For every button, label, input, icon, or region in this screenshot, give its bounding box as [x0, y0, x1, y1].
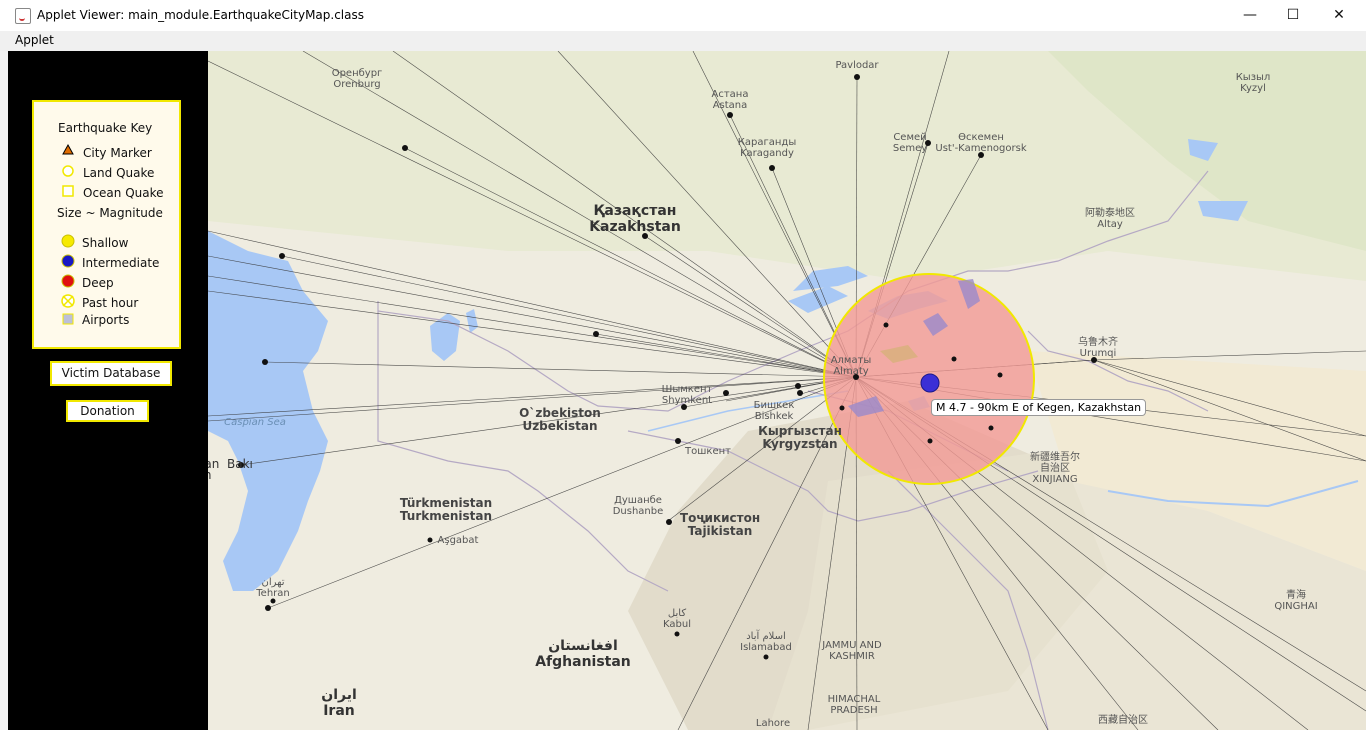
- map-label-karaganda: Караганды Karagandy: [737, 137, 797, 159]
- key-airports-label: Airports: [82, 313, 130, 327]
- ocean-quake-icon: [62, 185, 74, 197]
- map-view[interactable]: Pavlodar Оренбург Orenburg Астана Astana…: [208, 51, 1366, 730]
- map-label-afghanistan: افغانستان Afghanistan: [535, 638, 631, 670]
- shallow-icon: [61, 234, 75, 248]
- map-label-tibet: 西藏自治区: [1098, 715, 1148, 726]
- map-label-turkmenistan: Türkmenistan Turkmenistan: [399, 496, 493, 523]
- map-label-orenburg: Оренбург Orenburg: [331, 68, 383, 90]
- map-label-caspian-sea: Caspian Sea: [224, 417, 286, 428]
- title-bar: Applet Viewer: main_module.EarthquakeCit…: [0, 0, 1366, 32]
- window-title: Applet Viewer: main_module.EarthquakeCit…: [37, 8, 364, 22]
- city-marker-icon: [62, 143, 74, 155]
- map-label-bishkek: Бишкек Bishkek: [753, 400, 795, 422]
- earthquake-tooltip: M 4.7 - 90km E of Kegen, Kazakhstan: [931, 399, 1147, 416]
- map-label-tehran: تهران Tehran: [256, 577, 290, 599]
- map-label-shymkent: Шымкент Shymkent: [661, 384, 713, 406]
- map-label-ust-kamenogorsk: Өскемен Ust'-Kamenogorsk: [935, 132, 1027, 154]
- map-label-lahore: Lahore: [755, 718, 791, 729]
- earthquake-marker: [920, 373, 940, 393]
- key-land-quake-label: Land Quake: [83, 166, 155, 180]
- map-label-toshkent: Тошкент: [685, 446, 731, 457]
- key-shallow-label: Shallow: [82, 236, 129, 250]
- map-label-ashgabat: Aşgabat: [437, 535, 479, 546]
- map-label-kabul: کابل Kabul: [663, 608, 691, 630]
- map-label-kyrgyzstan: Кыргызстан Kyrgyzstan: [758, 424, 842, 451]
- key-intermediate-label: Intermediate: [82, 256, 160, 270]
- menu-applet[interactable]: Applet: [15, 33, 54, 47]
- key-size-label: Size ~ Magnitude: [57, 206, 163, 220]
- key-ocean-quake-label: Ocean Quake: [83, 186, 164, 200]
- map-label-altay: 阿勒泰地区 Altay: [1085, 208, 1135, 230]
- map-label-xinjiang: 新疆维吾尔 自治区 XINJIANG: [1030, 452, 1080, 485]
- map-label-jammu-kashmir: JAMMU AND KASHMIR: [822, 640, 882, 662]
- map-label-astana: Астана Astana: [711, 89, 749, 111]
- key-past-hour-label: Past hour: [82, 296, 139, 310]
- map-label-qinghai: 青海 QINGHAI: [1274, 590, 1318, 612]
- victim-database-button[interactable]: Victim Database: [50, 361, 172, 386]
- map-label-islamabad: اسلام آباد Islamabad: [740, 631, 792, 653]
- map-label-iran: ایران Iran: [321, 687, 357, 719]
- maximize-button[interactable]: ☐: [1270, 0, 1316, 31]
- java-app-icon: [15, 8, 31, 24]
- map-label-baku: rcan Bakı jan: [208, 457, 253, 481]
- map-label-urumqi: 乌鲁木齐 Urumqi: [1078, 337, 1118, 359]
- map-label-semey: Семей Semey: [892, 132, 928, 154]
- map-label-himachal-pradesh: HIMACHAL PRADESH: [827, 694, 881, 716]
- window-edge: [0, 51, 8, 730]
- intermediate-icon: [61, 254, 75, 268]
- map-label-pavlodar: Pavlodar: [835, 60, 879, 71]
- earthquake-key: Earthquake Key City Marker Land Quake Oc…: [32, 100, 181, 349]
- airports-icon: [62, 313, 74, 325]
- land-quake-icon: [62, 165, 74, 177]
- key-deep-label: Deep: [82, 276, 114, 290]
- map-label-tajikistan: Тоҷикистон Tajikistan: [679, 511, 761, 538]
- menu-bar: Applet: [0, 31, 1366, 51]
- deep-icon: [61, 274, 75, 288]
- key-symbols: [61, 143, 75, 325]
- map-label-dushanbe: Душанбе Dushanbe: [612, 495, 664, 517]
- close-button[interactable]: ✕: [1316, 0, 1362, 31]
- minimize-button[interactable]: —: [1227, 0, 1273, 31]
- key-city-marker-label: City Marker: [83, 146, 152, 160]
- donation-button[interactable]: Donation: [66, 400, 149, 422]
- map-label-almaty: Алматы Almaty: [830, 355, 872, 377]
- map-label-kazakhstan: Қазақстан Kazakhstan: [589, 203, 681, 235]
- map-label-kyzyl: Кызыл Kyzyl: [1235, 72, 1271, 94]
- map-label-uzbekistan: O`zbekiston Uzbekistan: [519, 406, 601, 433]
